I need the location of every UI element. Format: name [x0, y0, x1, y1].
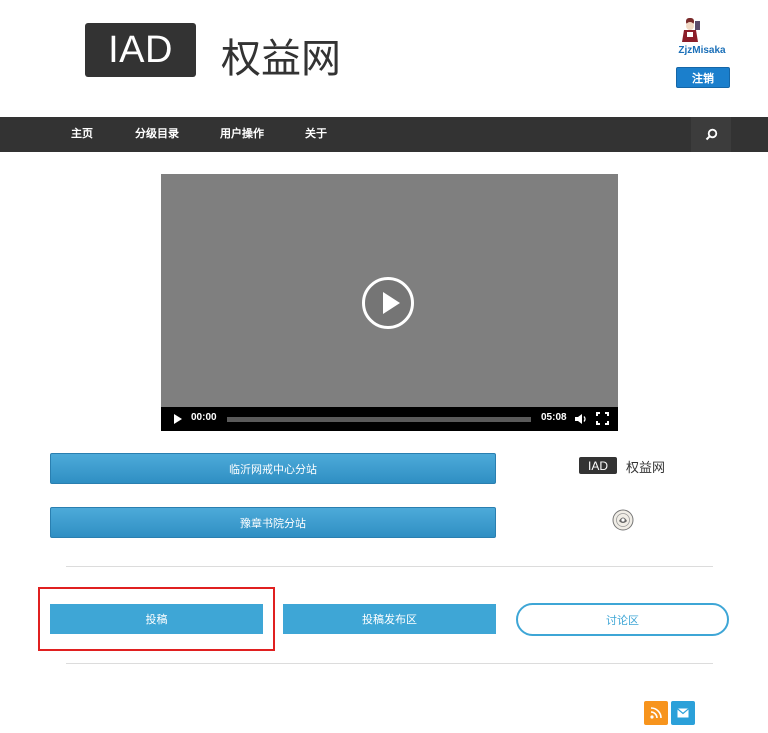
publish-area-button[interactable]: 投稿发布区	[283, 604, 496, 634]
divider	[66, 663, 713, 664]
main-navbar: 主页 分级目录 用户操作 关于	[0, 117, 768, 152]
play-icon	[383, 292, 400, 314]
branch-yuzhang-button[interactable]: 豫章书院分站	[50, 507, 496, 538]
seal-emblem-icon[interactable]	[612, 509, 634, 531]
username-link[interactable]: ZjzMisaka	[676, 45, 728, 56]
nav-item-home[interactable]: 主页	[71, 117, 93, 152]
side-logo-text[interactable]: 权益网	[626, 457, 665, 476]
rss-button[interactable]	[644, 701, 668, 725]
email-button[interactable]	[671, 701, 695, 725]
nav-search-button[interactable]	[691, 117, 731, 152]
nav-item-about[interactable]: 关于	[305, 117, 327, 152]
branch-linyi-button[interactable]: 临沂网戒中心分站	[50, 453, 496, 484]
video-controls: 00:00 05:08	[161, 407, 618, 431]
nav-item-user-actions[interactable]: 用户操作	[220, 117, 264, 152]
site-logo-text[interactable]: 权益网	[221, 26, 341, 84]
video-play-overlay-button[interactable]	[362, 277, 414, 329]
volume-icon[interactable]	[574, 412, 588, 426]
search-icon	[705, 128, 717, 141]
nav-item-directory[interactable]: 分级目录	[135, 117, 179, 152]
discussion-area-button[interactable]: 讨论区	[516, 603, 729, 636]
duration: 05:08	[541, 412, 567, 423]
user-avatar[interactable]	[680, 17, 702, 43]
rss-icon	[650, 707, 662, 719]
side-logo-badge[interactable]: IAD	[579, 457, 617, 474]
video-player[interactable]: 00:00 05:08	[161, 174, 618, 431]
video-progress-bar[interactable]	[227, 417, 531, 422]
fullscreen-icon[interactable]	[596, 412, 609, 425]
current-time: 00:00	[191, 412, 217, 423]
site-logo-badge[interactable]: IAD	[85, 23, 196, 77]
play-button[interactable]	[174, 414, 182, 424]
divider	[66, 566, 713, 567]
logout-button[interactable]: 注销	[676, 67, 730, 88]
envelope-icon	[677, 708, 689, 718]
submit-button[interactable]: 投稿	[50, 604, 263, 634]
